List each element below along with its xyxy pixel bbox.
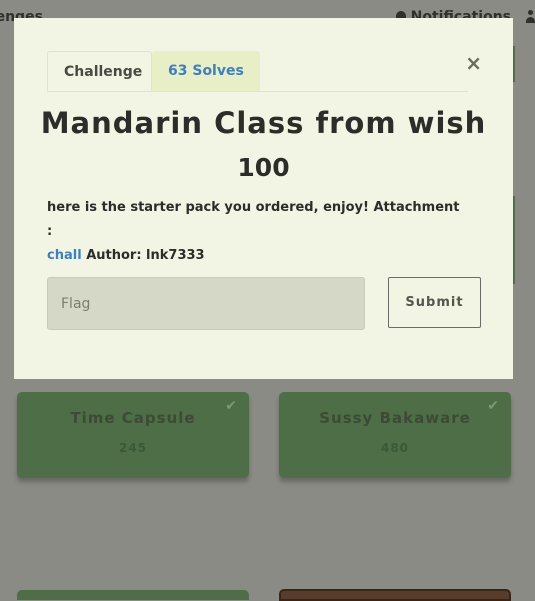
challenge-modal: Challenge 63 Solves × Mandarin Class fro…: [14, 18, 513, 379]
tab-solves[interactable]: 63 Solves: [152, 51, 260, 91]
author-text: Author: lnk7333: [86, 248, 205, 263]
close-icon[interactable]: ×: [465, 51, 482, 75]
description-text: here is the starter pack you ordered, en…: [47, 200, 460, 239]
challenge-card-name: Time Capsule: [70, 409, 196, 427]
attachment-link[interactable]: chall: [47, 248, 82, 263]
tab-challenge[interactable]: Challenge: [47, 51, 152, 91]
challenge-value: 100: [237, 153, 290, 182]
challenge-card-points: 480: [380, 441, 410, 455]
challenge-card-name: Sussy Bakaware: [319, 409, 471, 427]
solved-check-icon: ✔: [487, 398, 499, 414]
challenge-card-time-capsule[interactable]: ✔ Time Capsule 245: [17, 392, 249, 478]
modal-tabs: Challenge 63 Solves: [47, 51, 468, 92]
challenge-card-points: 245: [118, 441, 148, 455]
challenge-title: Mandarin Class from wish: [40, 106, 487, 140]
challenge-card-sussy-bakaware[interactable]: ✔ Sussy Bakaware 480: [279, 392, 511, 478]
submit-button[interactable]: Submit: [388, 277, 481, 328]
user-icon[interactable]: [526, 10, 535, 24]
challenge-card-partial[interactable]: [279, 589, 511, 601]
challenge-card-partial[interactable]: [17, 590, 249, 600]
challenge-description: here is the starter pack you ordered, en…: [47, 196, 467, 268]
flag-input[interactable]: [47, 277, 365, 330]
solved-check-icon: ✔: [225, 398, 237, 414]
